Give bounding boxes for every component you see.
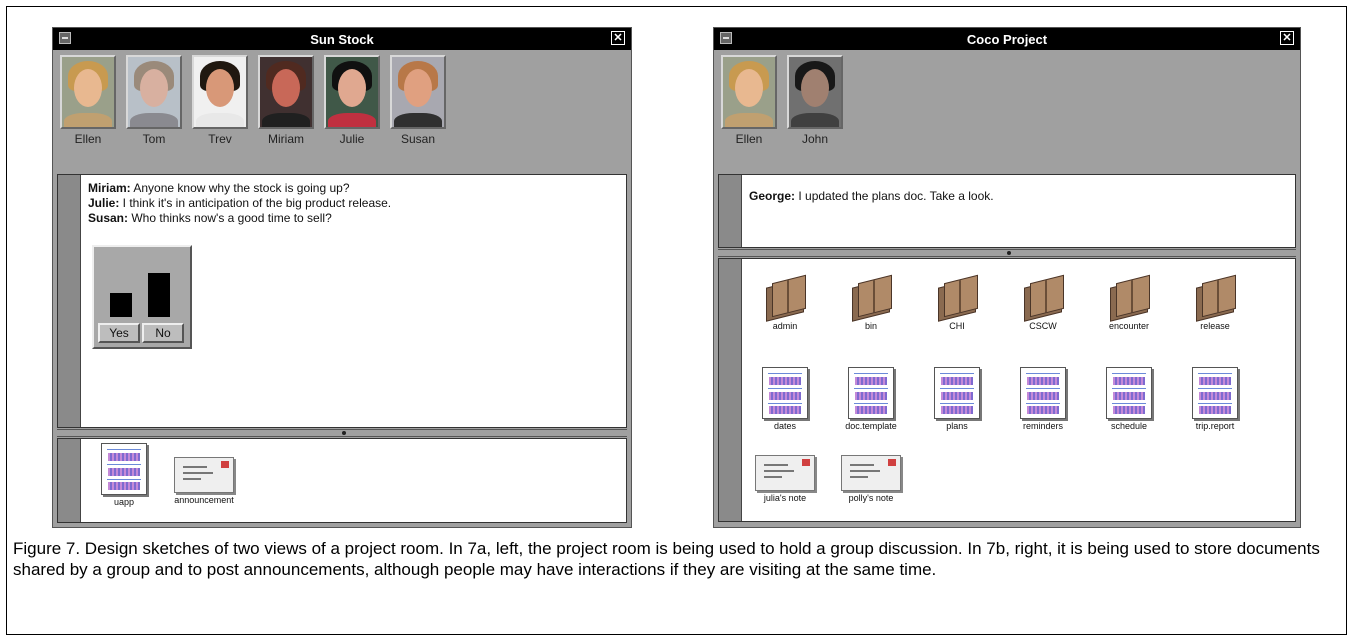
files-pane[interactable]: admin bin CHI CSCW encounter release dat… — [718, 258, 1296, 522]
chat-message: Julie: I think it's in anticipation of t… — [88, 196, 391, 210]
file-label: announcement — [174, 495, 234, 505]
file-label: reminders — [1022, 421, 1063, 431]
close-icon[interactable]: ✕ — [611, 31, 625, 45]
file-label: schedule — [1110, 421, 1148, 431]
file-label: polly's note — [848, 493, 894, 503]
chat-text: Anyone know why the stock is going up? — [130, 181, 350, 195]
folder-label: CSCW — [1029, 321, 1057, 331]
member-name: Ellen — [735, 132, 763, 146]
chat-text: I updated the plans doc. Take a look. — [795, 189, 994, 203]
chat-text: I think it's in anticipation of the big … — [119, 196, 392, 210]
document-icon[interactable]: trip.report — [1177, 367, 1253, 431]
vote-widget: Yes No — [92, 245, 192, 349]
folder-label: CHI — [949, 321, 965, 331]
document-icon[interactable]: schedule — [1091, 367, 1167, 431]
sun-stock-window: Sun Stock ✕ Ellen Tom Trev Miriam Julie — [52, 27, 632, 528]
chat-pane[interactable]: Miriam: Anyone know why the stock is goi… — [57, 174, 627, 428]
file-label: doc.template — [845, 421, 897, 431]
member-avatar[interactable]: John — [784, 55, 846, 146]
member-avatar[interactable]: Ellen — [718, 55, 780, 146]
document-icon[interactable]: reminders — [1005, 367, 1081, 431]
member-photo — [390, 55, 446, 129]
member-avatar[interactable]: Julie — [321, 55, 383, 146]
member-name: Miriam — [268, 132, 304, 146]
member-name: Susan — [400, 132, 436, 146]
member-avatar[interactable]: Tom — [123, 55, 185, 146]
files-pane[interactable]: uapp announcement — [57, 438, 627, 523]
folder-label: admin — [772, 321, 798, 331]
member-photo — [324, 55, 380, 129]
chat-speaker: Susan: — [88, 211, 129, 225]
member-photo — [126, 55, 182, 129]
member-photo — [258, 55, 314, 129]
chat-pane[interactable]: George: I updated the plans doc. Take a … — [718, 174, 1296, 248]
chat-message: Miriam: Anyone know why the stock is goi… — [88, 181, 350, 195]
note-icon[interactable]: polly's note — [833, 449, 909, 503]
folder-icon[interactable]: CHI — [919, 273, 995, 331]
folder-icon[interactable]: release — [1177, 273, 1253, 331]
member-photo — [192, 55, 248, 129]
coco-project-window: Coco Project ✕ Ellen John George: I upda… — [713, 27, 1301, 528]
window-menu-icon[interactable] — [720, 32, 732, 44]
member-photo — [787, 55, 843, 129]
chat-speaker: George: — [749, 189, 796, 203]
vote-bar-yes — [110, 293, 132, 317]
folder-label: encounter — [1108, 321, 1150, 331]
folder-label: bin — [864, 321, 877, 331]
chat-text: Who thinks now's a good time to sell? — [128, 211, 332, 225]
pane-scrollbar[interactable] — [719, 175, 742, 247]
pane-scrollbar[interactable] — [719, 259, 742, 521]
file-label: dates — [773, 421, 797, 431]
member-name: Tom — [142, 132, 166, 146]
member-name: John — [801, 132, 829, 146]
file-label: trip.report — [1195, 421, 1235, 431]
pane-splitter[interactable] — [718, 249, 1296, 257]
member-name: Trev — [208, 132, 232, 146]
chat-message: George: I updated the plans doc. Take a … — [749, 189, 994, 203]
member-photo — [721, 55, 777, 129]
folder-icon[interactable]: CSCW — [1005, 273, 1081, 331]
window-menu-icon[interactable] — [59, 32, 71, 44]
document-icon[interactable]: plans — [919, 367, 995, 431]
pane-scrollbar[interactable] — [58, 439, 81, 522]
document-icon[interactable]: uapp — [86, 443, 162, 507]
vote-yes-button[interactable]: Yes — [98, 323, 140, 343]
folder-icon[interactable]: encounter — [1091, 273, 1167, 331]
pane-splitter[interactable] — [57, 429, 627, 437]
member-avatar[interactable]: Susan — [387, 55, 449, 146]
window-titlebar[interactable]: Coco Project ✕ — [714, 28, 1300, 50]
member-avatar[interactable]: Miriam — [255, 55, 317, 146]
member-name: Julie — [339, 132, 365, 146]
note-icon[interactable]: announcement — [166, 451, 242, 505]
file-label: plans — [946, 421, 968, 431]
member-avatar[interactable]: Trev — [189, 55, 251, 146]
chat-speaker: Miriam: — [88, 181, 131, 195]
window-title: Sun Stock — [310, 31, 374, 47]
file-label: julia's note — [763, 493, 807, 503]
chat-message: Susan: Who thinks now's a good time to s… — [88, 211, 332, 225]
vote-bar-no — [148, 273, 170, 317]
member-avatar[interactable]: Ellen — [57, 55, 119, 146]
chat-speaker: Julie: — [88, 196, 120, 210]
vote-no-button[interactable]: No — [142, 323, 184, 343]
note-icon[interactable]: julia's note — [747, 449, 823, 503]
pane-scrollbar[interactable] — [58, 175, 81, 427]
folder-icon[interactable]: bin — [833, 273, 909, 331]
member-name: Ellen — [74, 132, 102, 146]
document-icon[interactable]: dates — [747, 367, 823, 431]
file-label: uapp — [113, 497, 135, 507]
figure-caption: Figure 7. Design sketches of two views o… — [13, 539, 1320, 579]
window-titlebar[interactable]: Sun Stock ✕ — [53, 28, 631, 50]
window-title: Coco Project — [966, 31, 1048, 47]
folder-label: release — [1200, 321, 1230, 331]
folder-icon[interactable]: admin — [747, 273, 823, 331]
document-icon[interactable]: doc.template — [833, 367, 909, 431]
close-icon[interactable]: ✕ — [1280, 31, 1294, 45]
member-photo — [60, 55, 116, 129]
